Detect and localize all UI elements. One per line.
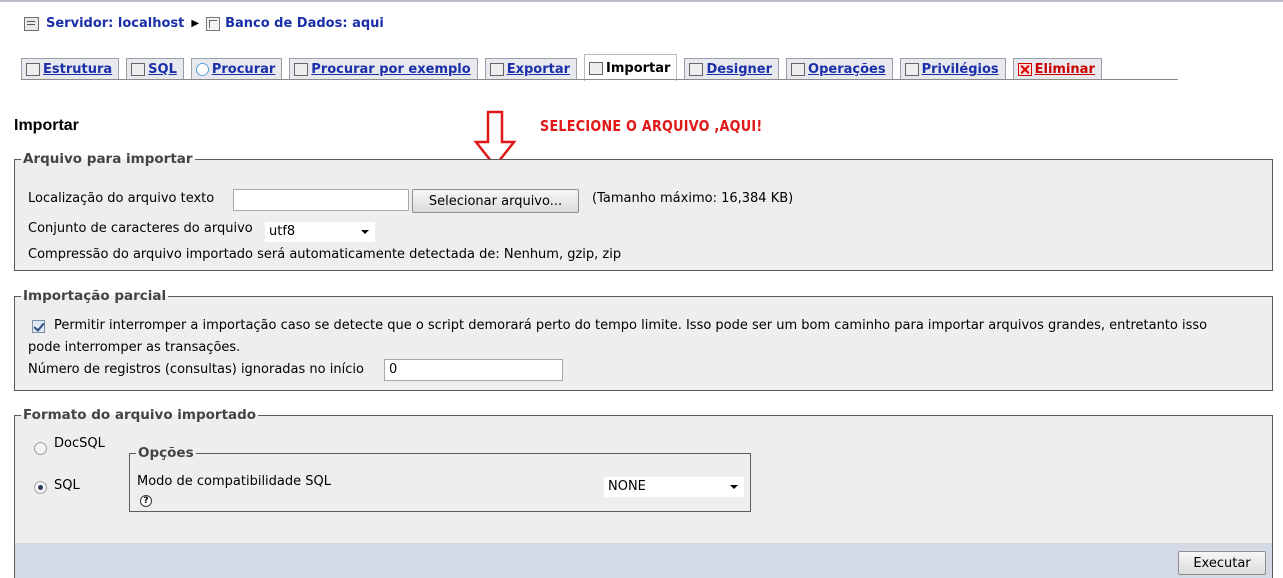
database-icon	[206, 16, 221, 31]
format-label-sql: SQL	[54, 478, 80, 493]
format-radio-docsql[interactable]	[34, 442, 47, 455]
sql-options-legend: Opções	[138, 445, 194, 461]
file-fieldset-legend: Arquivo para importar	[23, 151, 193, 167]
tab-procurar-por-exemplo[interactable]: Procurar por exemplo	[289, 58, 478, 80]
annotation-text: SELECIONE O ARQUIVO ,AQUI!	[540, 117, 763, 135]
import-icon	[589, 61, 603, 75]
operations-icon	[791, 63, 806, 76]
charset-select-value: utf8	[269, 224, 296, 239]
search-icon	[195, 63, 209, 76]
tab-privilegios[interactable]: Privilégios	[899, 58, 1006, 80]
format-fieldset-legend: Formato do arquivo importado	[23, 407, 257, 423]
tab-operacoes[interactable]: Operações	[786, 58, 893, 80]
delete-icon	[1017, 63, 1032, 76]
charset-select[interactable]: utf8	[265, 222, 375, 242]
max-size-text: (Tamanho máximo: 16,384 KB)	[592, 191, 794, 206]
chevron-down-icon	[361, 230, 369, 234]
tab-exportar[interactable]: Exportar	[484, 58, 577, 80]
breadcrumb-server-link[interactable]: Servidor: localhost	[46, 16, 184, 31]
file-path-input[interactable]	[233, 189, 409, 211]
file-location-label: Localização do arquivo texto	[28, 191, 215, 206]
tab-sql[interactable]: SQL	[126, 58, 184, 80]
skip-queries-input[interactable]: 0	[384, 359, 563, 381]
export-icon	[489, 63, 504, 76]
compat-mode-select-value: NONE	[608, 479, 646, 494]
choose-file-button[interactable]: Selecionar arquivo...	[412, 189, 579, 213]
breadcrumb-separator-icon: ▶	[191, 18, 200, 29]
top-border	[0, 0, 1283, 2]
tab-designer[interactable]: Designer	[684, 58, 780, 80]
tab-procurar[interactable]: Procurar	[190, 58, 283, 80]
tab-underline	[21, 79, 1178, 80]
charset-label: Conjunto de caracteres do arquivo	[28, 221, 253, 236]
page-title: Importar	[14, 117, 79, 134]
tab-estrutura[interactable]: Estrutura	[21, 58, 120, 80]
skip-queries-label: Número de registros (consultas) ignorada…	[28, 362, 364, 377]
format-label-docsql: DocSQL	[54, 436, 105, 451]
privileges-icon	[904, 63, 919, 76]
allow-interrupt-label: Permitir interromper a importação caso s…	[54, 318, 1208, 333]
compression-text: Compressão do arquivo importado será aut…	[28, 247, 622, 262]
breadcrumb: Servidor: localhost ▶ Banco de Dados: aq…	[24, 16, 384, 31]
chevron-down-icon	[730, 485, 738, 489]
execute-button[interactable]: Executar	[1178, 551, 1266, 575]
sql-icon	[131, 63, 146, 76]
allow-interrupt-label-cont: pode interromper as transações.	[28, 340, 241, 355]
footer-bar	[14, 543, 1273, 578]
help-icon[interactable]: ?	[140, 495, 152, 507]
tab-eliminar[interactable]: Eliminar	[1012, 58, 1102, 80]
tab-importar[interactable]: Importar	[584, 54, 678, 81]
allow-interrupt-checkbox[interactable]	[32, 320, 45, 333]
breadcrumb-database-link[interactable]: Banco de Dados: aqui	[225, 16, 384, 31]
tab-bar: Estrutura SQL Procurar Procurar por exem…	[21, 54, 1109, 81]
compat-mode-label: Modo de compatibilidade SQL	[137, 474, 331, 489]
query-icon	[294, 63, 309, 76]
structure-icon	[26, 63, 40, 76]
server-icon	[24, 16, 39, 31]
designer-icon	[689, 63, 704, 76]
compat-mode-select[interactable]: NONE	[604, 477, 744, 497]
format-radio-sql[interactable]	[34, 481, 47, 494]
partial-import-legend: Importação parcial	[23, 288, 167, 304]
